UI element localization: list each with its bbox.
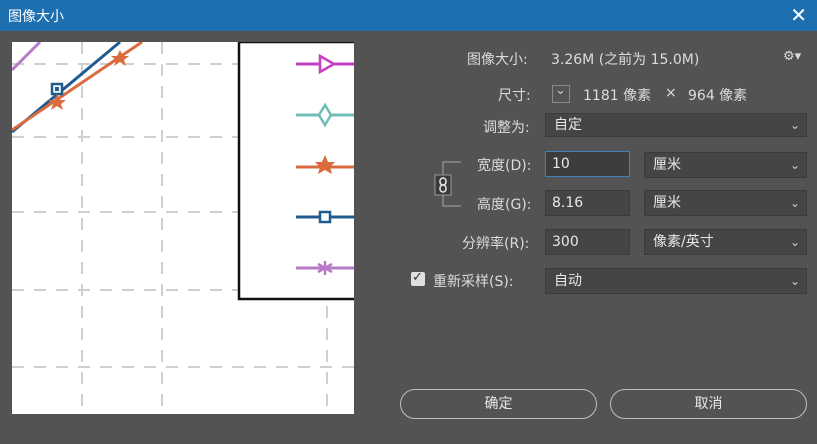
height-input[interactable]: 8.16: [545, 190, 630, 216]
fit-to-label: 调整为:: [483, 120, 530, 136]
height-unit-select[interactable]: 厘米 ⌄: [644, 190, 807, 216]
chevron-down-icon: ⌄: [789, 118, 800, 132]
image-size-label: 图像大小:: [467, 52, 528, 68]
height-label: 高度(G):: [477, 197, 532, 213]
image-size-value: 3.26M (之前为 15.0M): [551, 52, 700, 68]
fit-to-select[interactable]: 自定 ⌄: [545, 113, 807, 137]
checkmark-icon: ✓: [412, 270, 423, 285]
resample-value: 自动: [554, 273, 582, 289]
chevron-down-icon: ⌄: [789, 274, 800, 288]
resolution-unit-select[interactable]: 像素/英寸 ⌄: [644, 229, 807, 255]
resolution-input[interactable]: 300: [545, 229, 630, 255]
constrain-proportions-link-icon[interactable]: [433, 158, 463, 210]
dimensions-width-value: 1181 像素: [583, 88, 652, 104]
cancel-button[interactable]: 取消: [610, 389, 807, 419]
fit-to-value: 自定: [554, 117, 582, 133]
chevron-down-icon: ⌄: [789, 196, 800, 210]
height-unit-value: 厘米: [653, 195, 681, 211]
window-title: 图像大小: [8, 9, 64, 25]
settings-gear-icon[interactable]: ⚙▾: [783, 49, 801, 64]
resample-label: 重新采样(S):: [433, 274, 514, 290]
preview-chart-image: [12, 42, 354, 414]
resample-select[interactable]: 自动 ⌄: [545, 268, 807, 294]
width-unit-select[interactable]: 厘米 ⌄: [644, 152, 807, 178]
width-label: 宽度(D):: [477, 158, 532, 174]
dimensions-times: ×: [665, 85, 677, 101]
resolution-unit-value: 像素/英寸: [653, 234, 714, 250]
chevron-down-icon: ⌄: [789, 235, 800, 249]
title-bar: 图像大小 ✕: [0, 0, 817, 31]
width-input[interactable]: 10: [545, 151, 630, 177]
ok-button[interactable]: 确定: [400, 389, 597, 419]
image-preview[interactable]: [12, 42, 354, 414]
width-unit-value: 厘米: [653, 157, 681, 173]
chevron-down-icon: ⌄: [789, 158, 800, 172]
dimensions-height-value: 964 像素: [688, 88, 748, 104]
dimensions-label: 尺寸:: [498, 88, 531, 104]
dimensions-unit-dropdown-icon[interactable]: ⌄: [552, 83, 570, 103]
close-icon[interactable]: ✕: [790, 3, 807, 27]
resample-checkbox[interactable]: ✓: [411, 270, 425, 286]
resolution-label: 分辨率(R):: [462, 236, 530, 252]
